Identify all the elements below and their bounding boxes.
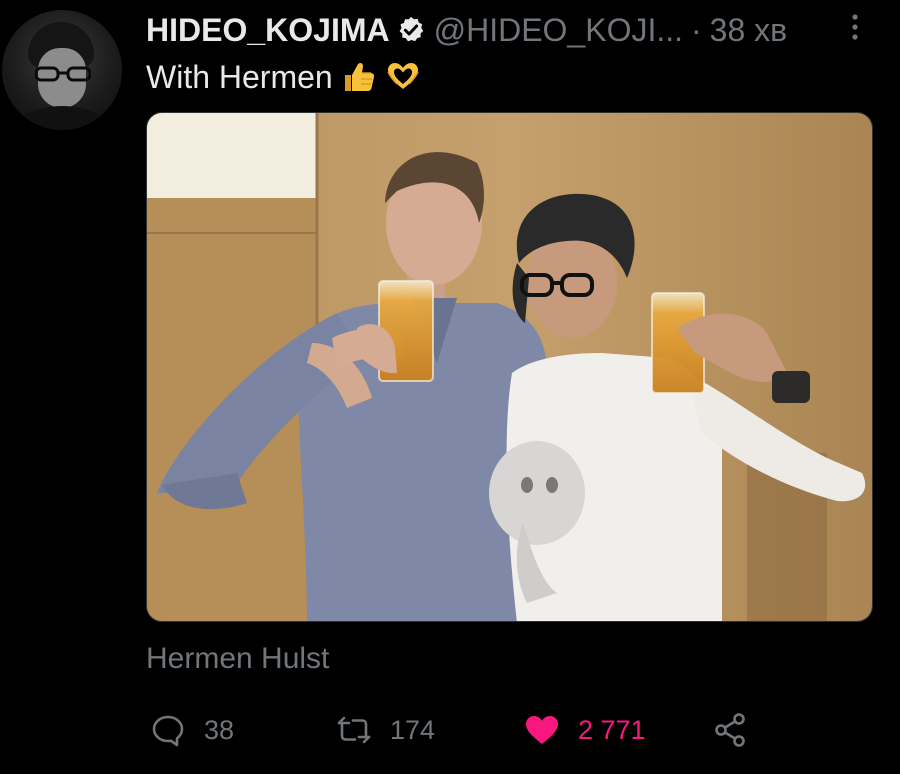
tweet-actions: 38 174 2 771: [146, 706, 766, 754]
reply-count: 38: [204, 714, 235, 745]
avatar[interactable]: [2, 10, 122, 130]
share-button[interactable]: [712, 706, 748, 754]
tweet-text-content: With Hermen: [146, 58, 333, 95]
separator-dot: ·: [691, 11, 702, 48]
retweet-button[interactable]: 174: [336, 706, 435, 754]
author-name[interactable]: HIDEO_KOJIMA: [146, 12, 390, 49]
avatar-glasses: [35, 66, 91, 82]
tweet-text: With Hermen: [146, 56, 421, 98]
thumbs-up-icon: [344, 62, 374, 91]
retweet-count: 174: [390, 714, 436, 745]
heart-hands-icon: [387, 63, 419, 89]
verified-badge-icon: [399, 16, 423, 42]
like-count: 2 771: [578, 714, 646, 745]
reply-button[interactable]: 38: [150, 706, 234, 754]
heart-icon: [526, 716, 558, 744]
retweet-icon: [337, 716, 371, 744]
timestamp[interactable]: 38 хв: [710, 12, 787, 49]
media-caption[interactable]: Hermen Hulst: [146, 642, 329, 676]
tweet-media-photo[interactable]: [146, 112, 873, 622]
tweet: HIDEO_KOJIMA @HIDEO_KOJI... · 38 хв With…: [0, 0, 900, 774]
share-icon: [715, 713, 745, 747]
like-button[interactable]: 2 771: [524, 706, 646, 754]
avatar-shoulders: [10, 106, 114, 130]
reply-icon: [152, 715, 184, 747]
photo-image: [147, 113, 872, 621]
more-options-icon[interactable]: [846, 12, 864, 42]
tweet-header: HIDEO_KOJIMA @HIDEO_KOJI... · 38 хв: [146, 8, 787, 52]
author-handle[interactable]: @HIDEO_KOJI...: [434, 12, 683, 49]
